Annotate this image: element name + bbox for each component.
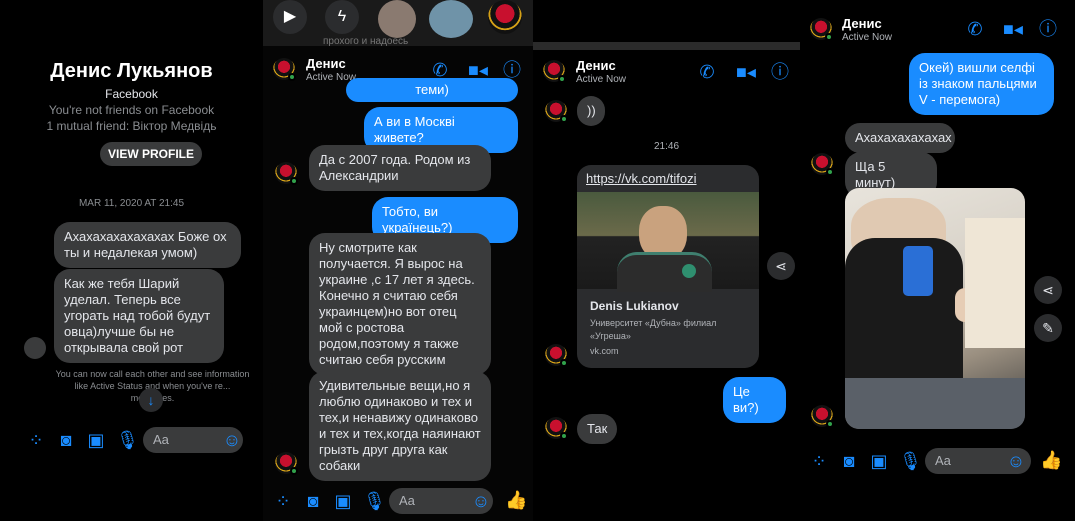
online-indicator [290,467,298,475]
emoji-icon[interactable]: ☺ [1006,451,1026,471]
share-icon[interactable]: ⋖ [1034,276,1062,304]
gallery-icon[interactable]: ▣ [333,491,353,511]
link-preview-image [577,192,759,292]
info-icon[interactable]: ⓘ [769,62,791,82]
mic-icon[interactable]: 🎙 [363,491,386,511]
message-in[interactable]: Так [577,414,617,444]
online-indicator [290,177,298,185]
contact-name[interactable]: Денис [842,16,882,31]
camera-icon[interactable]: ◙ [56,430,76,450]
video-icon[interactable]: ■◂ [1000,19,1026,39]
edit-icon[interactable]: ✎ [1034,314,1062,342]
video-icon[interactable]: ■◂ [733,62,759,82]
emoji-icon[interactable]: ☺ [222,430,242,450]
mutual-friends: 1 mutual friend: Віктор Медвідь [46,119,217,133]
like-icon[interactable]: 👍 [505,490,527,510]
online-indicator [825,33,833,41]
camera-icon[interactable]: ◙ [839,451,859,471]
message-in[interactable]: Ахахахахахахахах Боже ох ты и недалекая … [54,222,241,268]
chat-panel-profile: Денис Лукьянов Facebook You're not frien… [0,0,263,521]
link-url[interactable]: https://vk.com/tifozi [586,171,697,186]
message-in[interactable]: Ну смотрите как получается. Я вырос на у… [309,233,491,375]
contact-status: Active Now [576,74,627,85]
avatar[interactable] [488,0,522,34]
link-domain: vk.com [590,346,619,356]
status-strip [533,42,800,50]
chat-panel-3: Денис Active Now ✆ ■◂ ⓘ )) 21:46 https:/… [533,0,800,521]
online-indicator [288,73,296,81]
online-indicator [560,359,568,367]
gallery-icon[interactable]: ▣ [869,451,889,471]
message-out[interactable]: теми) [346,78,518,102]
message-out[interactable]: Це ви?) [723,377,786,423]
message-in[interactable]: Как же тебя Шарий уделал. Теперь все уго… [54,269,224,363]
chat-panel-2: ▶ ϟ прохого и надоесь Денис Active Now ✆… [263,0,533,521]
mic-icon[interactable]: 🎙 [116,430,139,450]
time-divider: 21:46 [653,141,680,152]
phone-icon[interactable]: ✆ [964,19,986,39]
profile-source: Facebook [105,87,158,101]
play-icon[interactable]: ▶ [273,0,307,34]
share-icon[interactable]: ⋖ [767,252,795,280]
message-in[interactable]: Ахахахахахахах [845,123,955,153]
message-in[interactable]: )) [577,96,605,126]
chat-head-preview: прохого и надоесь [323,36,409,47]
view-profile-button[interactable]: VIEW PROFILE [100,142,202,166]
chat-heads-bar: ▶ ϟ прохого и надоесь [263,0,533,47]
link-description: Университет «Дубна» филиал «Угреша» [590,318,717,341]
avatar [24,337,46,359]
menu-dots-icon[interactable]: ⁘ [273,491,293,511]
contact-name[interactable]: Денис [576,58,616,73]
emoji-icon[interactable]: ☺ [471,491,491,511]
message-out[interactable]: Окей) вишли селфі із знаком пальцями V -… [909,53,1054,115]
message-in[interactable]: Да с 2007 года. Родом из Александрии [309,145,491,191]
menu-dots-icon[interactable]: ⁘ [26,430,46,450]
scroll-down-button[interactable]: ↓ [139,388,163,412]
mic-icon[interactable]: 🎙 [899,451,922,471]
profile-name: Денис Лукьянов [50,60,213,82]
online-indicator [826,420,834,428]
contact-status: Active Now [842,32,893,43]
info-icon[interactable]: ⓘ [1037,19,1059,39]
contact-name[interactable]: Денис [306,56,346,71]
avatar[interactable] [429,0,473,38]
avatar[interactable] [378,0,416,38]
link-title: Denis Lukianov [590,299,679,313]
camera-icon[interactable]: ◙ [303,491,323,511]
info-icon[interactable]: ⓘ [501,60,523,80]
online-indicator [560,115,568,123]
selfie-photo[interactable] [845,188,1025,429]
friend-status: You're not friends on Facebook [48,103,215,117]
message-in[interactable]: Удивительные вещи,но я люблю одинаково и… [309,371,491,481]
gallery-icon[interactable]: ▣ [86,430,106,450]
conversation-timestamp: MAR 11, 2020 AT 21:45 [78,198,185,209]
online-indicator [826,168,834,176]
online-indicator [558,75,566,83]
video-icon[interactable]: ■◂ [465,60,491,80]
like-icon[interactable]: 👍 [1040,450,1062,470]
phone-icon[interactable]: ✆ [429,60,451,80]
online-indicator [560,432,568,440]
chat-panel-4: Денис Active Now ✆ ■◂ ⓘ Окей) вишли селф… [800,0,1075,521]
link-preview-card[interactable]: https://vk.com/tifozi Denis Lukianov Уни… [577,165,759,368]
phone-icon[interactable]: ✆ [696,62,718,82]
menu-dots-icon[interactable]: ⁘ [809,451,829,471]
messenger-icon[interactable]: ϟ [325,0,359,34]
